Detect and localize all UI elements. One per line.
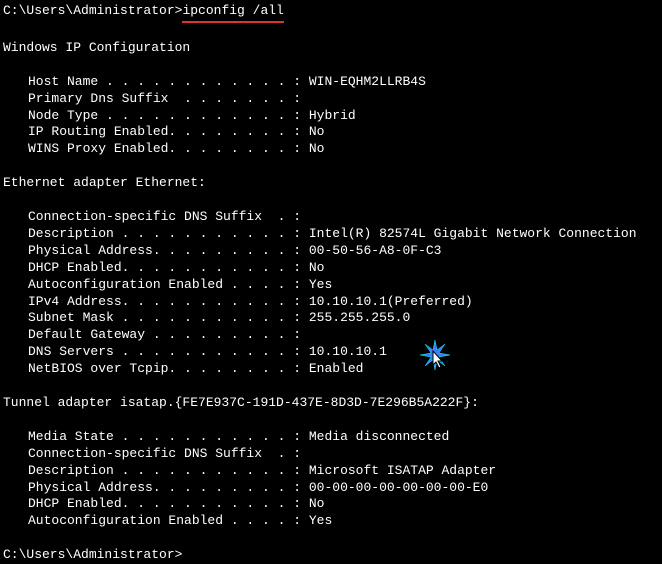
node-type-label: Node Type . . . . . . . . . . . . : [28,108,309,123]
eth-phys-row: Physical Address. . . . . . . . . : 00-5… [3,243,659,260]
tun-conn-suffix-label: Connection-specific DNS Suffix . : [28,446,301,461]
tun-media-value: Media disconnected [309,429,449,444]
node-type-value: Hybrid [309,108,356,123]
command-prompt-idle[interactable]: C:\Users\Administrator> [3,547,659,564]
eth-subnet-row: Subnet Mask . . . . . . . . . . . : 255.… [3,310,659,327]
section-header-ipconfig: Windows IP Configuration [3,40,659,57]
primary-dns-row: Primary Dns Suffix . . . . . . . : [3,91,659,108]
eth-autoconf-label: Autoconfiguration Enabled . . . . : [28,277,309,292]
eth-gateway-row: Default Gateway . . . . . . . . . : [3,327,659,344]
eth-dns-value: 10.10.10.1 [309,344,387,359]
node-type-row: Node Type . . . . . . . . . . . . : Hybr… [3,108,659,125]
tun-phys-row: Physical Address. . . . . . . . . : 00-0… [3,480,659,497]
eth-desc-row: Description . . . . . . . . . . . : Inte… [3,226,659,243]
section-header-tunnel: Tunnel adapter isatap.{FE7E937C-191D-437… [3,395,659,412]
host-name-value: WIN-EQHM2LLRB4S [309,74,426,89]
tun-dhcp-label: DHCP Enabled. . . . . . . . . . . : [28,496,309,511]
command-prompt-line: C:\Users\Administrator>ipconfig /all [3,3,659,23]
prompt-path: C:\Users\Administrator> [3,3,182,23]
tun-autoconf-label: Autoconfiguration Enabled . . . . : [28,513,309,528]
eth-dns-row: DNS Servers . . . . . . . . . . . : 10.1… [3,344,659,361]
tun-phys-value: 00-00-00-00-00-00-00-E0 [309,480,488,495]
eth-subnet-value: 255.255.255.0 [309,310,410,325]
eth-dns-label: DNS Servers . . . . . . . . . . . : [28,344,309,359]
wins-proxy-value: No [309,141,325,156]
section-header-ethernet: Ethernet adapter Ethernet: [3,175,659,192]
ip-routing-value: No [309,124,325,139]
eth-conn-suffix-label: Connection-specific DNS Suffix . : [28,209,301,224]
tun-desc-row: Description . . . . . . . . . . . : Micr… [3,463,659,480]
eth-gateway-label: Default Gateway . . . . . . . . . : [28,327,301,342]
wins-proxy-label: WINS Proxy Enabled. . . . . . . . : [28,141,309,156]
eth-ipv4-value: 10.10.10.1(Preferred) [309,294,473,309]
eth-dhcp-value: No [309,260,325,275]
tun-desc-label: Description . . . . . . . . . . . : [28,463,309,478]
eth-ipv4-row: IPv4 Address. . . . . . . . . . . : 10.1… [3,294,659,311]
tun-media-row: Media State . . . . . . . . . . . : Medi… [3,429,659,446]
ip-routing-row: IP Routing Enabled. . . . . . . . : No [3,124,659,141]
host-name-row: Host Name . . . . . . . . . . . . : WIN-… [3,74,659,91]
eth-netbios-row: NetBIOS over Tcpip. . . . . . . . : Enab… [3,361,659,378]
eth-netbios-label: NetBIOS over Tcpip. . . . . . . . : [28,361,309,376]
eth-ipv4-label: IPv4 Address. . . . . . . . . . . : [28,294,309,309]
tun-desc-value: Microsoft ISATAP Adapter [309,463,496,478]
eth-autoconf-row: Autoconfiguration Enabled . . . . : Yes [3,277,659,294]
tun-media-label: Media State . . . . . . . . . . . : [28,429,309,444]
tun-conn-suffix-row: Connection-specific DNS Suffix . : [3,446,659,463]
tun-autoconf-row: Autoconfiguration Enabled . . . . : Yes [3,513,659,530]
tun-dhcp-row: DHCP Enabled. . . . . . . . . . . : No [3,496,659,513]
eth-conn-suffix-row: Connection-specific DNS Suffix . : [3,209,659,226]
eth-desc-label: Description . . . . . . . . . . . : [28,226,309,241]
eth-subnet-label: Subnet Mask . . . . . . . . . . . : [28,310,309,325]
primary-dns-label: Primary Dns Suffix . . . . . . . : [28,91,301,106]
tun-dhcp-value: No [309,496,325,511]
eth-dhcp-row: DHCP Enabled. . . . . . . . . . . : No [3,260,659,277]
eth-phys-value: 00-50-56-A8-0F-C3 [309,243,442,258]
eth-autoconf-value: Yes [309,277,332,292]
ip-routing-label: IP Routing Enabled. . . . . . . . : [28,124,309,139]
tun-autoconf-value: Yes [309,513,332,528]
eth-phys-label: Physical Address. . . . . . . . . : [28,243,309,258]
wins-proxy-row: WINS Proxy Enabled. . . . . . . . : No [3,141,659,158]
tun-phys-label: Physical Address. . . . . . . . . : [28,480,309,495]
typed-command: ipconfig /all [182,3,283,23]
eth-dhcp-label: DHCP Enabled. . . . . . . . . . . : [28,260,309,275]
eth-desc-value: Intel(R) 82574L Gigabit Network Connecti… [309,226,637,241]
host-name-label: Host Name . . . . . . . . . . . . : [28,74,309,89]
eth-netbios-value: Enabled [309,361,364,376]
